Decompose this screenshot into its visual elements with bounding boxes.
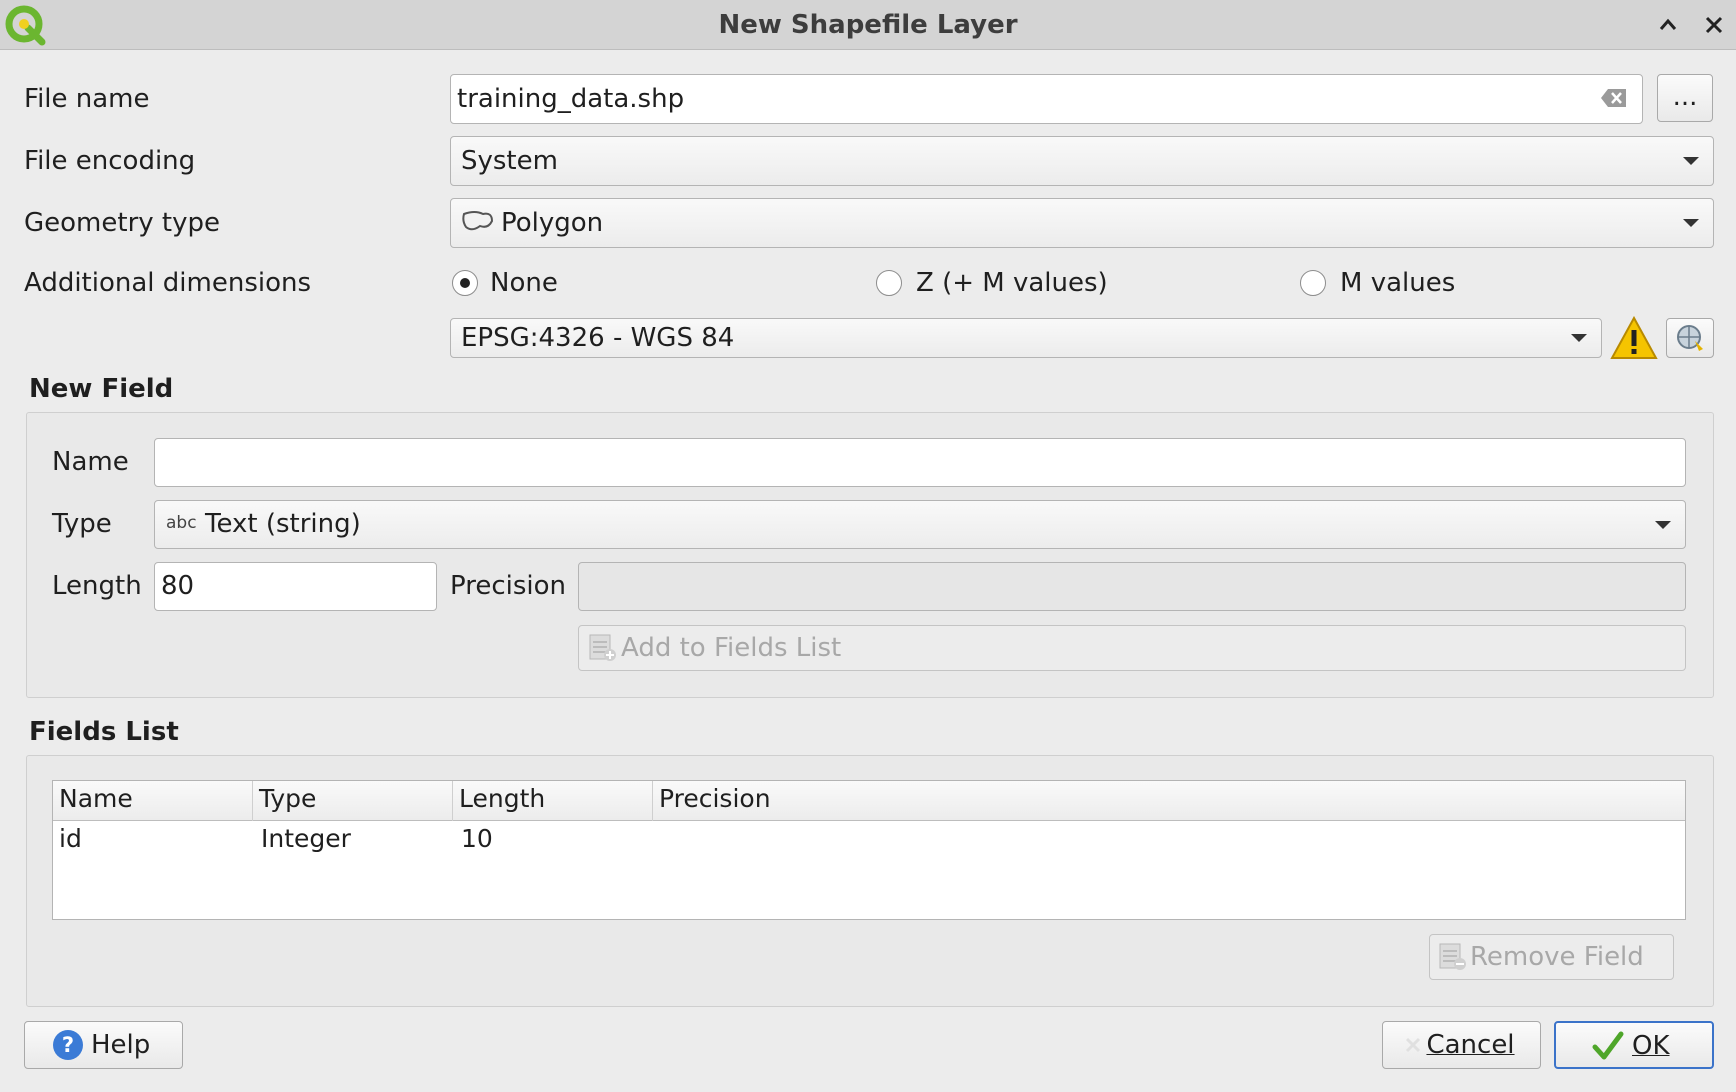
file-encoding-value: System	[461, 146, 558, 176]
field-length-value: 80	[161, 571, 195, 601]
table-header: Name Type Length Precision	[53, 781, 1685, 821]
field-name-input[interactable]	[154, 438, 1686, 487]
radio-none-label[interactable]: None	[490, 268, 558, 298]
browse-button[interactable]: ...	[1657, 74, 1713, 122]
additional-dimensions-label: Additional dimensions	[24, 268, 312, 298]
help-label: Help	[91, 1030, 151, 1060]
cancel-icon	[1404, 1036, 1422, 1054]
polygon-icon	[461, 209, 495, 235]
globe-icon	[1677, 325, 1703, 351]
window-title: New Shapefile Layer	[718, 10, 1018, 40]
cell-type: Integer	[261, 824, 351, 853]
cell-name: id	[59, 824, 82, 853]
file-name-field[interactable]: training_data.shp	[450, 74, 1643, 124]
radio-z-m-values-label[interactable]: Z (+ M values)	[916, 268, 1108, 298]
add-to-fields-list-button[interactable]: Add to Fields List	[578, 625, 1686, 671]
geometry-type-label: Geometry type	[24, 208, 220, 238]
crs-value: EPSG:4326 - WGS 84	[461, 323, 735, 353]
column-header-length[interactable]: Length	[453, 781, 653, 821]
new-field-heading: New Field	[29, 374, 174, 404]
fields-table[interactable]: Name Type Length Precision id Integer 10	[52, 780, 1686, 920]
select-crs-button[interactable]	[1666, 318, 1714, 358]
text-type-icon: abc	[166, 513, 197, 533]
column-header-name[interactable]: Name	[53, 781, 253, 821]
field-length-label: Length	[52, 571, 142, 601]
chevron-down-icon	[1571, 334, 1587, 342]
cell-length: 10	[461, 824, 493, 853]
cancel-label: Cancel	[1426, 1030, 1515, 1060]
radio-z-m-values[interactable]	[876, 270, 902, 296]
help-button[interactable]: Help	[24, 1021, 183, 1069]
ok-button[interactable]: OK	[1554, 1021, 1714, 1069]
table-row[interactable]: id Integer 10	[53, 822, 1685, 858]
collapse-icon[interactable]	[1656, 13, 1680, 37]
file-name-value: training_data.shp	[457, 84, 685, 114]
checkmark-icon	[1592, 1030, 1624, 1062]
help-icon: ?	[52, 1029, 84, 1061]
field-type-label: Type	[52, 509, 112, 539]
browse-label: ...	[1672, 82, 1698, 112]
close-icon[interactable]	[1702, 13, 1726, 37]
radio-m-values[interactable]	[1300, 270, 1326, 296]
fields-list-heading: Fields List	[29, 717, 179, 747]
warning-icon	[1610, 315, 1658, 360]
field-type-value: Text (string)	[205, 509, 361, 539]
column-header-precision[interactable]: Precision	[653, 781, 1685, 821]
field-name-label: Name	[52, 447, 129, 477]
remove-field-label: Remove Field	[1470, 942, 1644, 972]
radio-m-values-label[interactable]: M values	[1340, 268, 1455, 298]
add-to-fields-list-label: Add to Fields List	[621, 633, 842, 663]
geometry-type-value: Polygon	[501, 208, 604, 238]
column-header-type[interactable]: Type	[253, 781, 453, 821]
field-length-input[interactable]: 80	[154, 562, 437, 611]
ok-label: OK	[1632, 1031, 1670, 1061]
crs-select[interactable]: EPSG:4326 - WGS 84	[450, 318, 1602, 358]
chevron-down-icon	[1655, 521, 1671, 529]
add-field-icon	[588, 633, 618, 663]
chevron-down-icon	[1683, 157, 1699, 165]
field-precision-label: Precision	[450, 571, 567, 601]
geometry-type-select[interactable]: Polygon	[450, 198, 1714, 248]
file-name-label: File name	[24, 84, 150, 114]
svg-text:?: ?	[62, 1033, 74, 1057]
clear-input-icon[interactable]	[1600, 87, 1628, 109]
chevron-down-icon	[1683, 219, 1699, 227]
file-encoding-select[interactable]: System	[450, 136, 1714, 186]
radio-none[interactable]	[452, 270, 478, 296]
file-encoding-label: File encoding	[24, 146, 196, 176]
field-precision-input	[578, 562, 1686, 611]
remove-field-icon	[1438, 942, 1468, 972]
field-type-select[interactable]: Text (string)	[154, 500, 1686, 549]
